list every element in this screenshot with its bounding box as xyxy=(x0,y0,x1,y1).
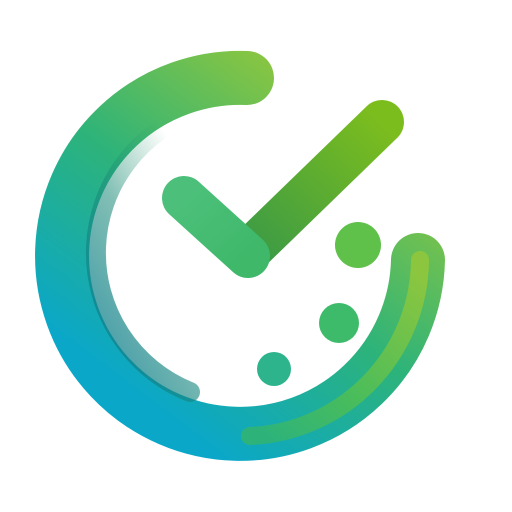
clock-dot-medium xyxy=(319,303,359,343)
clock-dot-large xyxy=(335,222,381,268)
clock-dot-small xyxy=(257,352,291,386)
checkmark-clock-icon xyxy=(35,50,445,461)
checkmark-short-stroke xyxy=(162,176,270,278)
logo-canvas xyxy=(0,0,512,512)
